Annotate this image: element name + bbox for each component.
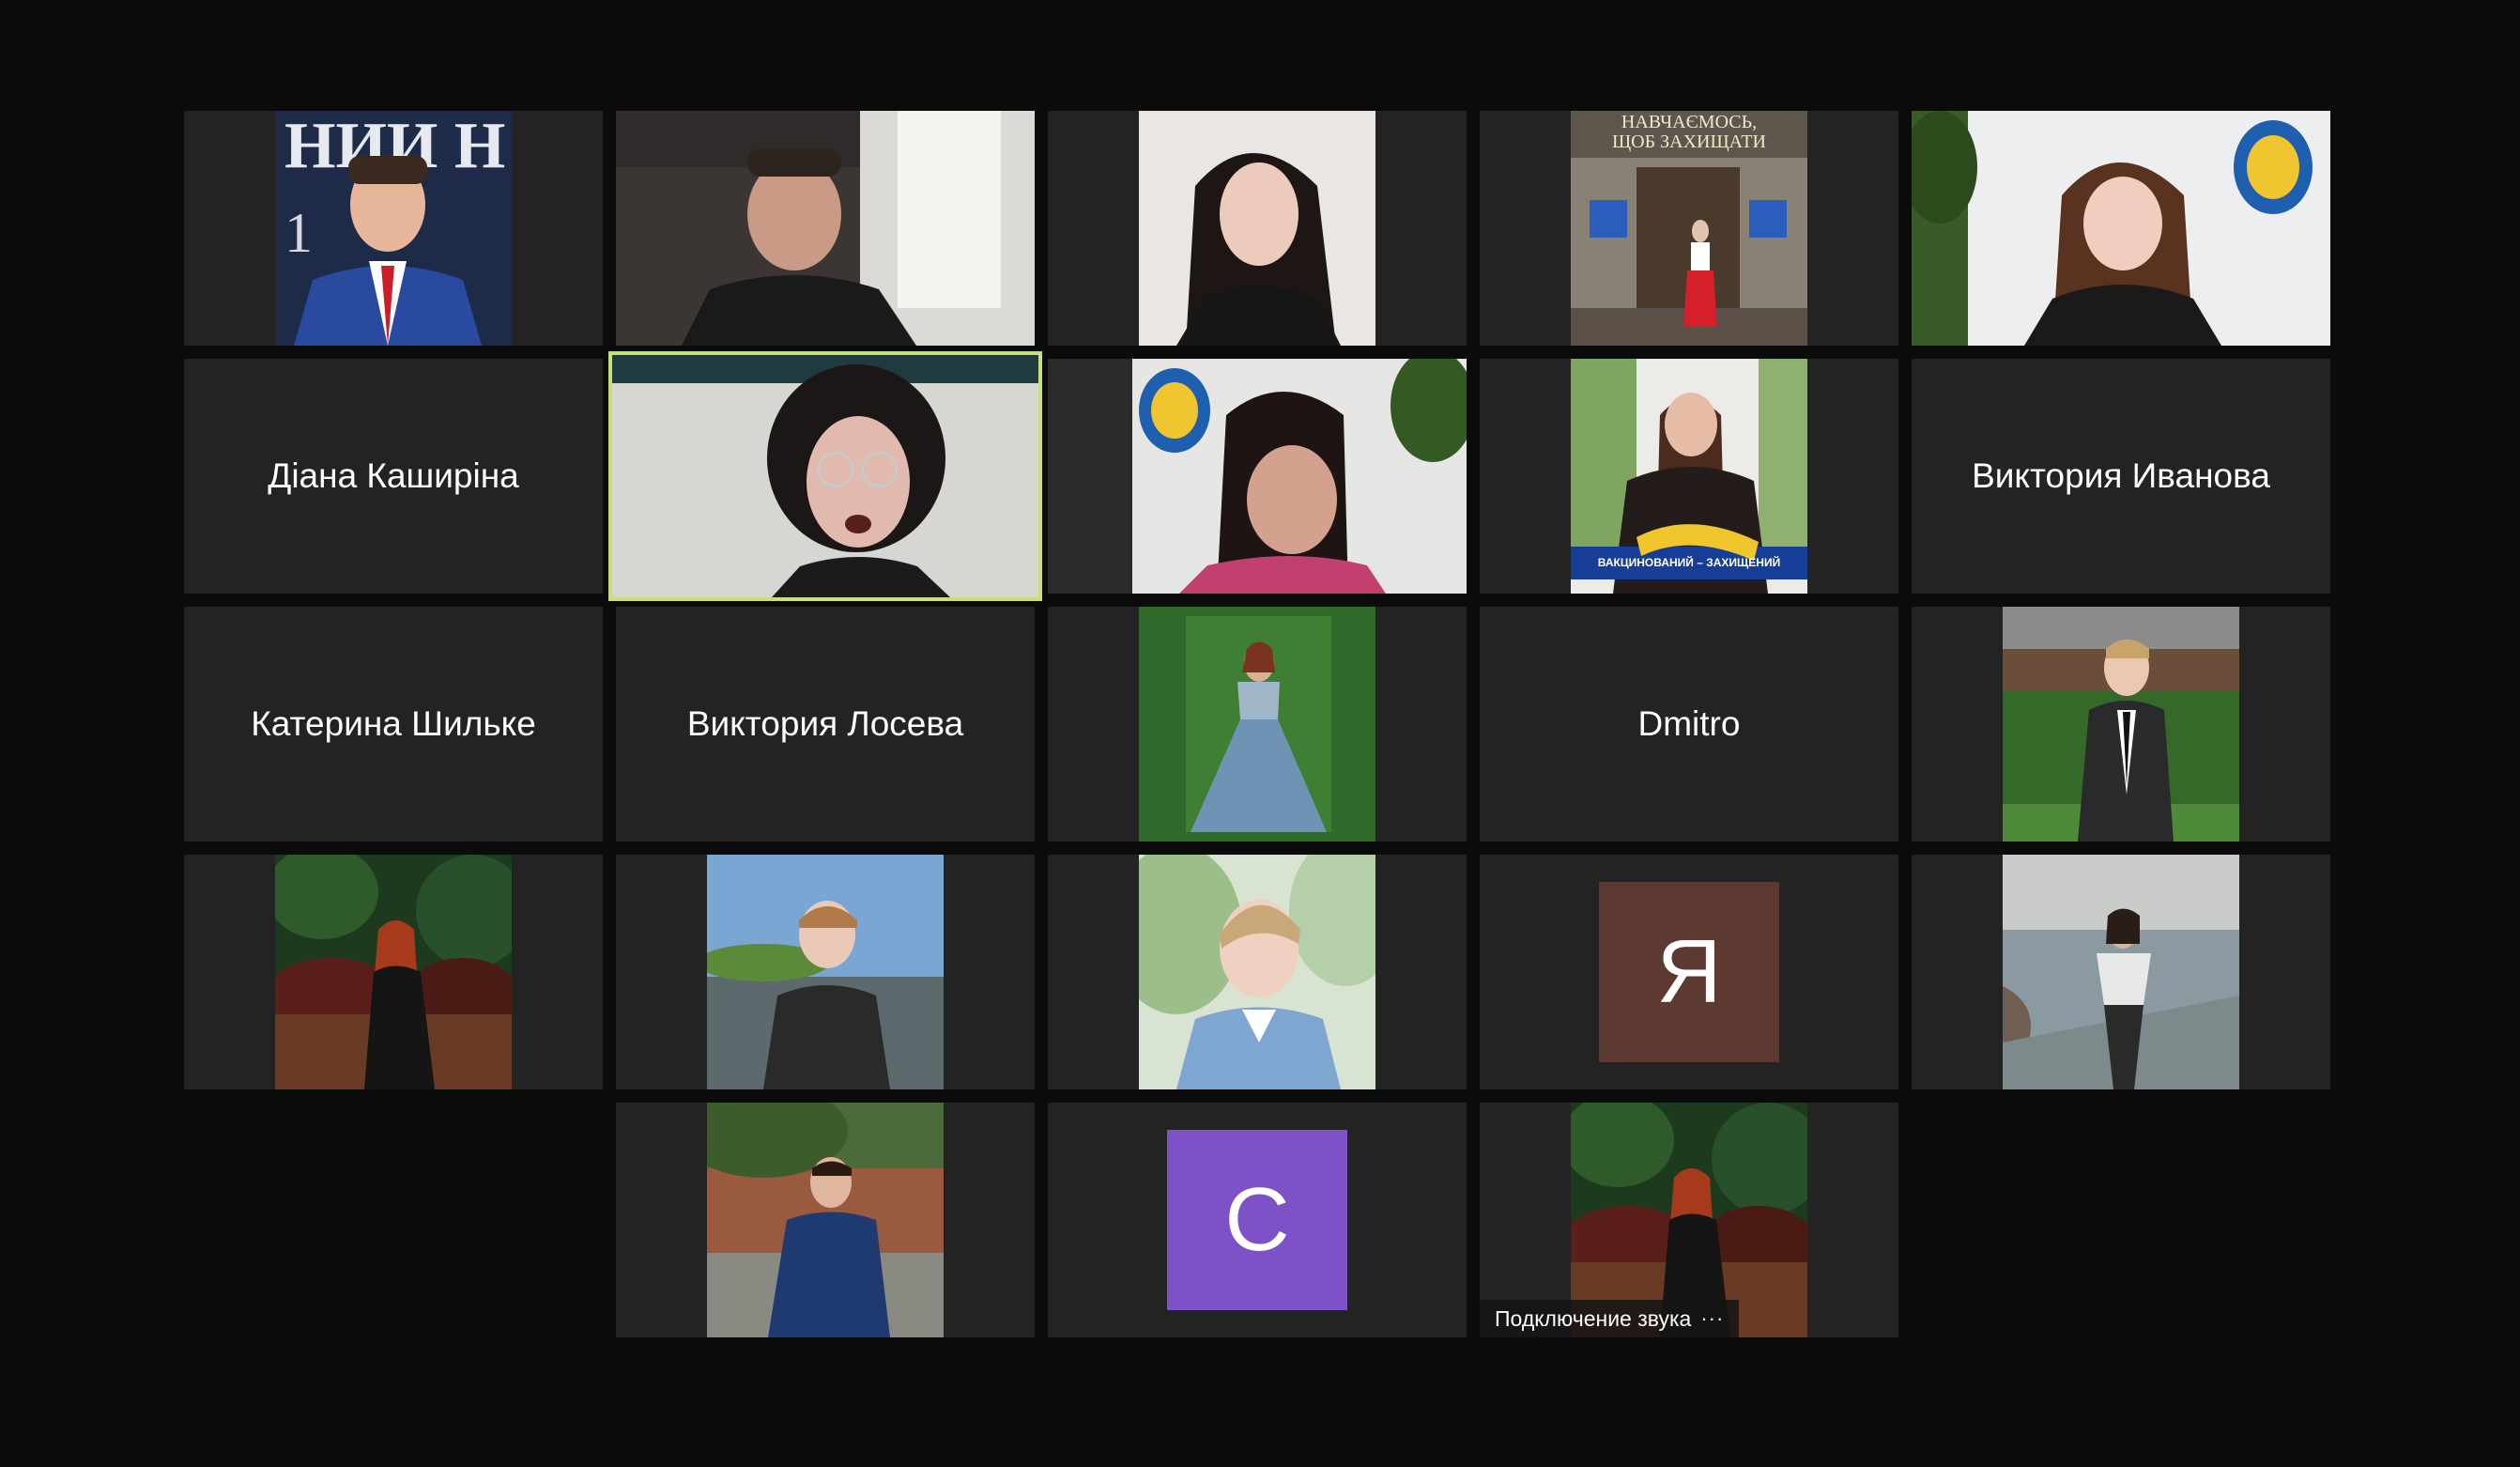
participant-name: Виктория Иванова xyxy=(1972,456,2270,495)
participant-name: Виктория Лосева xyxy=(686,704,964,743)
participant-tile[interactable]: Подключение звука ··· xyxy=(1480,1103,1898,1337)
participant-tile[interactable]: Катерина Шильке xyxy=(184,607,603,842)
participant-tile[interactable] xyxy=(1048,855,1467,1089)
participant-photo xyxy=(707,1103,944,1337)
vaccination-badge: ВАКЦИНОВАНИЙ – ЗАХИЩЕНИЙ xyxy=(1597,556,1781,569)
avatar-letter: Я xyxy=(1656,921,1722,1022)
participant-tile[interactable] xyxy=(616,855,1035,1089)
participant-tile[interactable] xyxy=(1912,111,2330,346)
participant-avatar: C xyxy=(1167,1130,1347,1310)
participant-avatar: Я xyxy=(1599,882,1779,1062)
participant-photo xyxy=(707,855,944,1089)
participant-name: Dmitro xyxy=(1637,704,1741,743)
participant-tile[interactable]: ВАКЦИНОВАНИЙ – ЗАХИЩЕНИЙ xyxy=(1480,359,1898,594)
participant-photo xyxy=(1139,607,1375,842)
avatar-letter: C xyxy=(1224,1169,1290,1270)
more-options-icon[interactable]: ··· xyxy=(1700,1306,1724,1331)
participant-tile[interactable]: Виктория Иванова xyxy=(1912,359,2330,594)
participant-tile[interactable]: C xyxy=(1048,1103,1467,1337)
participant-tile[interactable] xyxy=(1048,111,1467,346)
svg-text:1: 1 xyxy=(284,202,313,264)
participant-photo xyxy=(1139,111,1375,346)
participant-photo xyxy=(275,855,512,1089)
participant-video xyxy=(612,355,1038,597)
audio-connecting-status[interactable]: Подключение звука ··· xyxy=(1480,1300,1740,1337)
status-text: Подключение звука xyxy=(1495,1305,1692,1331)
participant-tile[interactable]: Виктория Лосева xyxy=(616,607,1035,842)
participant-photo: НИИ Н 1 xyxy=(275,111,512,346)
participant-tile[interactable] xyxy=(1048,359,1467,594)
participant-tile[interactable] xyxy=(1912,855,2330,1089)
participant-video xyxy=(1912,111,2330,346)
participant-tile[interactable] xyxy=(1912,607,2330,842)
active-speaker-tile[interactable] xyxy=(608,351,1042,601)
participant-tile[interactable] xyxy=(616,111,1035,346)
participant-tile[interactable] xyxy=(184,855,603,1089)
video-grid: НИИ Н 1 НАВЧАЄМОСЬ, ЩОБ ЗАХИЩАТИ Діана К… xyxy=(0,0,2520,1467)
banner-line: ЩОБ ЗАХИЩАТИ xyxy=(1612,131,1766,152)
participant-tile[interactable]: НИИ Н 1 xyxy=(184,111,603,346)
participant-photo xyxy=(2003,855,2239,1089)
participant-tile[interactable] xyxy=(1048,607,1467,842)
participant-tile[interactable]: Dmitro xyxy=(1480,607,1898,842)
participant-tile[interactable]: Діана Каширіна xyxy=(184,359,603,594)
participant-photo xyxy=(1139,855,1375,1089)
participant-tile[interactable]: НАВЧАЄМОСЬ, ЩОБ ЗАХИЩАТИ xyxy=(1480,111,1898,346)
participant-photo xyxy=(2003,607,2239,842)
banner-line: НАВЧАЄМОСЬ, xyxy=(1621,112,1758,132)
participant-video xyxy=(616,111,1035,346)
participant-tile[interactable]: Я xyxy=(1480,855,1898,1089)
participant-name: Катерина Шильке xyxy=(251,704,536,743)
participant-tile[interactable] xyxy=(616,1103,1035,1337)
participant-video xyxy=(1048,359,1467,594)
participant-name: Діана Каширіна xyxy=(268,456,519,495)
